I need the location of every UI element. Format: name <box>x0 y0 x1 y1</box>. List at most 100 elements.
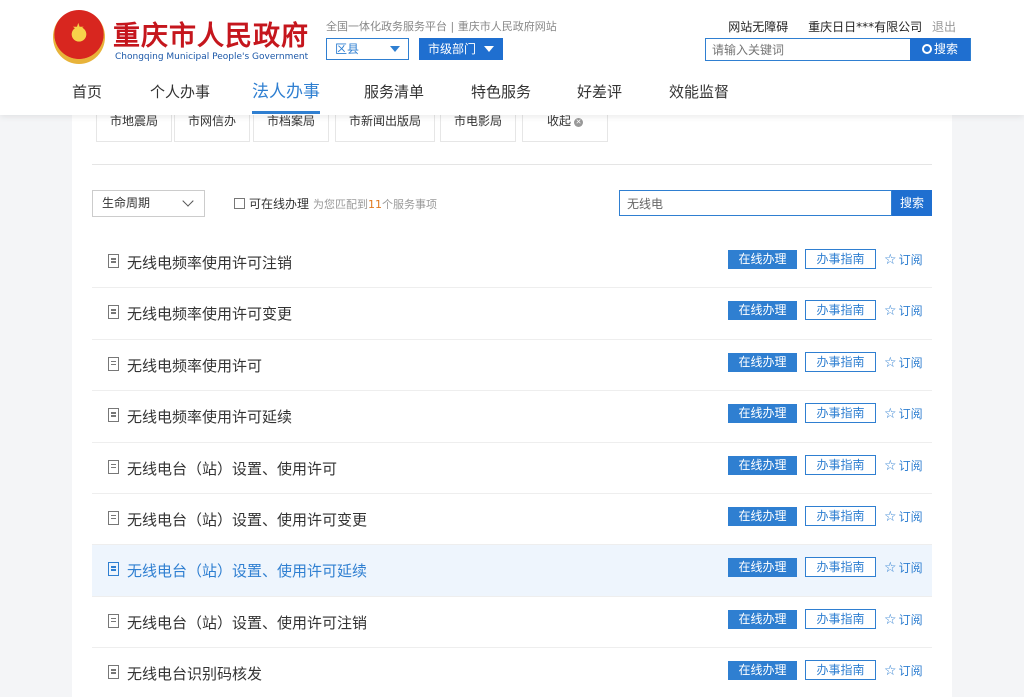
online-apply-button[interactable]: 在线办理 <box>728 558 797 578</box>
online-apply-button[interactable]: 在线办理 <box>728 455 797 475</box>
list-item[interactable]: 无线电频率使用许可注销 在线办理 办事指南 ☆ 订阅 <box>92 237 932 289</box>
list-item[interactable]: 无线电频率使用许可变更 在线办理 办事指南 ☆ 订阅 <box>92 288 932 340</box>
service-guide-button[interactable]: 办事指南 <box>805 300 876 321</box>
online-apply-button[interactable]: 在线办理 <box>728 609 797 629</box>
chip-department[interactable]: 市电影局 <box>440 112 516 142</box>
list-item[interactable]: 无线电台（站）设置、使用许可注销 在线办理 办事指南 ☆ 订阅 <box>92 597 932 649</box>
service-search-button[interactable]: 搜索 <box>892 190 932 216</box>
subscribe-button[interactable]: ☆ 订阅 <box>884 457 923 474</box>
subscribe-button[interactable]: ☆ 订阅 <box>884 508 923 525</box>
match-summary: 为您匹配到11个服务事项 <box>313 198 437 211</box>
list-item[interactable]: 无线电频率使用许可 在线办理 办事指南 ☆ 订阅 <box>92 340 932 392</box>
subscribe-button[interactable]: ☆ 订阅 <box>884 662 923 679</box>
close-icon: ✕ <box>574 118 583 127</box>
chip-department[interactable]: 市档案局 <box>253 112 329 142</box>
online-only-checkbox[interactable] <box>234 198 245 209</box>
list-item[interactable]: 无线电台识别码核发 在线办理 办事指南 ☆ 订阅 <box>92 648 932 697</box>
online-apply-button[interactable]: 在线办理 <box>728 506 797 526</box>
service-title[interactable]: 无线电台（站）设置、使用许可 <box>127 458 337 479</box>
national-emblem-icon <box>53 10 105 64</box>
service-title[interactable]: 无线电频率使用许可变更 <box>127 303 292 324</box>
city-department-select[interactable]: 市级部门 <box>419 38 503 60</box>
list-item[interactable]: 无线电台（站）设置、使用许可 在线办理 办事指南 ☆ 订阅 <box>92 443 932 494</box>
document-icon <box>108 356 119 371</box>
city-department-select-label: 市级部门 <box>428 42 477 56</box>
caret-down-icon <box>484 46 494 52</box>
document-icon <box>108 254 119 268</box>
nav-rating[interactable]: 好差评 <box>577 80 622 114</box>
subscribe-button[interactable]: ☆ 订阅 <box>884 354 923 371</box>
subscribe-button[interactable]: ☆ 订阅 <box>884 302 923 319</box>
subscribe-label: 订阅 <box>898 458 923 473</box>
subscribe-label: 订阅 <box>898 664 923 679</box>
site-search-input[interactable] <box>706 39 911 60</box>
online-apply-button[interactable]: 在线办理 <box>728 661 797 681</box>
service-title[interactable]: 无线电台识别码核发 <box>127 663 262 684</box>
service-title[interactable]: 无线电台（站）设置、使用许可延续 <box>127 560 367 581</box>
site-title[interactable]: 重庆市人民政府 <box>113 14 309 53</box>
collapse-label: 收起 <box>546 114 571 128</box>
list-item[interactable]: 无线电台（站）设置、使用许可延续 在线办理 办事指南 ☆ 订阅 <box>92 545 932 597</box>
company-name[interactable]: 重庆日日***有限公司 <box>808 20 922 34</box>
service-guide-button[interactable]: 办事指南 <box>805 454 876 475</box>
subscribe-label: 订阅 <box>898 612 923 627</box>
online-apply-button[interactable]: 在线办理 <box>728 352 797 372</box>
star-outline-icon: ☆ <box>884 303 897 320</box>
service-guide-button[interactable]: 办事指南 <box>805 608 876 629</box>
list-item[interactable]: 无线电频率使用许可延续 在线办理 办事指南 ☆ 订阅 <box>92 391 932 443</box>
online-apply-button[interactable]: 在线办理 <box>728 250 797 269</box>
service-guide-button[interactable]: 办事指南 <box>805 249 876 269</box>
chip-department[interactable]: 市地震局 <box>96 112 172 142</box>
service-guide-button[interactable]: 办事指南 <box>805 351 876 372</box>
site-search: 搜索 <box>705 38 971 61</box>
service-guide-button[interactable]: 办事指南 <box>805 660 876 681</box>
service-title[interactable]: 无线电频率使用许可 <box>127 355 262 376</box>
service-search-input[interactable] <box>619 190 892 216</box>
star-outline-icon: ☆ <box>884 560 897 577</box>
nav-supervision[interactable]: 效能监督 <box>669 80 729 114</box>
district-select[interactable]: 区县 <box>326 38 409 60</box>
main-panel: 市地震局 市网信办 市档案局 市新闻出版局 市电影局 收起 ✕ 生命周期 可在线办… <box>72 112 952 697</box>
document-icon <box>108 613 119 628</box>
subscribe-button[interactable]: ☆ 订阅 <box>884 611 923 628</box>
list-item[interactable]: 无线电台（站）设置、使用许可变更 在线办理 办事指南 ☆ 订阅 <box>92 494 932 546</box>
online-apply-button[interactable]: 在线办理 <box>728 301 797 321</box>
nav-service-list[interactable]: 服务清单 <box>364 80 424 114</box>
service-guide-button[interactable]: 办事指南 <box>805 403 876 424</box>
service-list: 无线电频率使用许可注销 在线办理 办事指南 ☆ 订阅 无线电频率使用许可变更 在线办理 办事指… <box>92 237 932 697</box>
service-title[interactable]: 无线电台（站）设置、使用许可注销 <box>127 612 367 633</box>
subscribe-button[interactable]: ☆ 订阅 <box>884 559 923 576</box>
star-outline-icon: ☆ <box>884 508 897 525</box>
accessibility-link[interactable]: 网站无障碍 <box>728 20 788 34</box>
logout-link[interactable]: 退出 <box>932 20 956 34</box>
collapse-chips-button[interactable]: 收起 ✕ <box>522 112 608 142</box>
nav-personal[interactable]: 个人办事 <box>150 80 210 114</box>
site-subtitle: Chongqing Municipal People's Government <box>115 52 309 62</box>
service-title[interactable]: 无线电频率使用许可延续 <box>127 406 292 427</box>
service-guide-button[interactable]: 办事指南 <box>805 557 876 578</box>
nav-legal-entity[interactable]: 法人办事 <box>252 80 320 114</box>
site-search-button[interactable]: 搜索 <box>910 38 970 61</box>
nav-featured-services[interactable]: 特色服务 <box>471 80 531 114</box>
caret-down-icon <box>390 46 400 52</box>
chip-department[interactable]: 市新闻出版局 <box>335 112 435 142</box>
online-only-label[interactable]: 可在线办理 <box>249 197 309 211</box>
subscribe-button[interactable]: ☆ 订阅 <box>884 405 923 422</box>
document-icon <box>108 459 119 474</box>
nav-home[interactable]: 首页 <box>72 80 102 114</box>
document-icon <box>108 510 119 525</box>
service-guide-button[interactable]: 办事指南 <box>805 505 876 526</box>
service-title[interactable]: 无线电频率使用许可注销 <box>127 252 292 273</box>
subscribe-button[interactable]: ☆ 订阅 <box>884 251 923 268</box>
online-apply-button[interactable]: 在线办理 <box>728 404 797 424</box>
document-icon <box>108 408 119 423</box>
document-icon <box>108 665 119 680</box>
service-title[interactable]: 无线电台（站）设置、使用许可变更 <box>127 509 367 530</box>
match-prefix: 为您匹配到 <box>313 198 369 211</box>
chip-department[interactable]: 市网信办 <box>174 112 250 142</box>
platform-tagline: 全国一体化政务服务平台 | 重庆市人民政府网站 <box>326 20 557 33</box>
online-filter: 可在线办理 为您匹配到11个服务事项 <box>234 195 437 212</box>
star-outline-icon: ☆ <box>884 406 897 423</box>
subscribe-label: 订阅 <box>898 561 923 576</box>
lifecycle-select[interactable]: 生命周期 <box>92 190 205 217</box>
